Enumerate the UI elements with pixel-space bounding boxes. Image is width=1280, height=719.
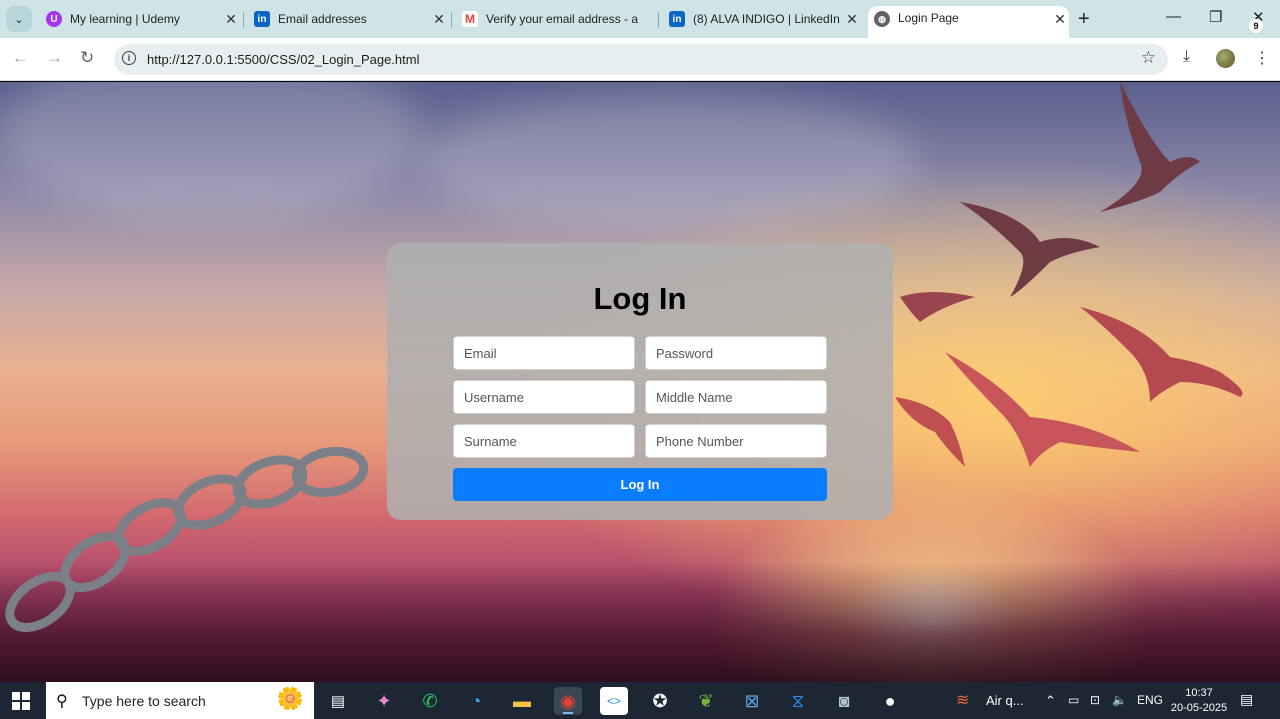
middle-name-field[interactable] [645, 380, 827, 414]
bookmark-star-icon[interactable]: ☆ [1141, 48, 1156, 68]
eclipse-icon[interactable]: ⊠ [738, 687, 766, 715]
copilot-icon[interactable]: ✦ [370, 687, 398, 715]
tab-email-addresses[interactable]: in Email addresses ✕ [248, 6, 448, 32]
tab-label: My learning | Udemy [70, 12, 180, 26]
active-indicator [563, 712, 573, 714]
close-icon[interactable]: ✕ [222, 11, 240, 28]
camera-icon[interactable]: ◙ [830, 687, 858, 715]
chain-illustration [5, 446, 369, 632]
url-text[interactable]: http://127.0.0.1:5500/CSS/02_Login_Page.… [147, 52, 419, 67]
phone-number-field[interactable] [645, 424, 827, 458]
minimize-button[interactable]: — [1166, 8, 1181, 25]
app-store-icon[interactable]: ✪ [646, 687, 674, 715]
start-icon [12, 692, 20, 700]
new-tab-button[interactable]: + [1078, 8, 1090, 31]
login-title: Log In [593, 281, 687, 316]
whatsapp-icon[interactable]: ✆ [416, 687, 444, 715]
close-icon[interactable]: ✕ [1051, 11, 1069, 28]
weather-text[interactable]: Air q... [986, 693, 1024, 708]
tab-strip: ⌄ U My learning | Udemy ✕ in Email addre… [0, 0, 1280, 38]
search-highlight-icon: 🌼 [276, 686, 304, 711]
close-icon[interactable]: ✕ [430, 11, 448, 28]
tab-divider [243, 12, 244, 28]
tab-label: Login Page [898, 11, 959, 25]
tab-linkedin[interactable]: in (8) ALVA INDIGO | LinkedIn ✕ [663, 6, 861, 32]
bird-icon [895, 82, 1243, 467]
language-indicator[interactable]: ENG [1137, 693, 1163, 707]
close-icon[interactable]: ✕ [843, 11, 861, 28]
start-icon [12, 702, 20, 710]
gmail-icon: M [462, 11, 478, 27]
linkedin-icon: in [254, 11, 270, 27]
login-card: Log In Log In [387, 243, 893, 520]
downloads-button[interactable]: ⤓ [1183, 48, 1190, 66]
tab-label: (8) ALVA INDIGO | LinkedIn [693, 12, 840, 26]
code-editor-icon[interactable]: <> [600, 687, 628, 715]
taskbar-search[interactable]: ⚲ Type here to search 🌼 [46, 682, 314, 719]
chrome-icon[interactable]: ◉ [554, 687, 582, 715]
email-field[interactable] [453, 336, 635, 370]
login-button[interactable]: Log In [453, 468, 827, 501]
surname-field[interactable] [453, 424, 635, 458]
restore-icon: ❐ [1209, 9, 1223, 26]
plus-icon: + [1078, 8, 1090, 30]
vscode-icon[interactable]: ⧖ [784, 687, 812, 715]
page-background: Log In Log In [0, 82, 1280, 682]
tab-label: Email addresses [278, 12, 367, 26]
menu-button[interactable]: ⋮ [1254, 48, 1270, 68]
tab-search-button[interactable]: ⌄ [6, 6, 32, 32]
network-icon[interactable]: ⊡ [1090, 693, 1100, 707]
profile-avatar[interactable] [1216, 49, 1235, 68]
kebab-menu-icon: ⋮ [1254, 50, 1270, 67]
search-icon: ⚲ [56, 693, 68, 710]
site-info-icon[interactable]: i [122, 51, 136, 65]
clock-date: 20-05-2025 [1170, 702, 1228, 714]
edge-icon[interactable]: ◔ [462, 687, 490, 715]
clock-time: 10:37 [1185, 687, 1213, 699]
start-icon [22, 692, 30, 700]
forward-button[interactable]: → [46, 48, 63, 68]
notification-icon[interactable]: ▤ [1240, 691, 1262, 711]
github-icon[interactable]: ● [876, 687, 904, 715]
address-bar[interactable]: i http://127.0.0.1:5500/CSS/02_Login_Pag… [114, 44, 1168, 75]
reload-icon: ↻ [80, 48, 95, 67]
restore-button[interactable]: ❐ [1209, 8, 1222, 26]
windows-start-button[interactable] [12, 692, 30, 710]
download-icon: ⤓ [1183, 48, 1191, 65]
reload-button[interactable]: ↻ [80, 48, 94, 68]
file-explorer-icon[interactable]: ▬ [508, 687, 536, 715]
minimize-icon: — [1166, 8, 1181, 25]
search-placeholder: Type here to search [82, 693, 206, 709]
taskbar: ⚲ Type here to search 🌼 ▤ ✦ ✆ ◔ ▬ ◉ <> ✪… [0, 682, 1280, 719]
battery-icon[interactable]: ▭ [1068, 693, 1079, 707]
arrow-right-icon: → [46, 48, 63, 67]
tab-divider [451, 12, 452, 28]
chevron-down-icon: ⌄ [14, 13, 24, 26]
system-clock[interactable]: 10:37 20-05-2025 [1168, 686, 1230, 716]
tab-divider [658, 12, 659, 28]
weather-icon: ≋ [956, 692, 970, 709]
spring-icon[interactable]: ❦ [692, 687, 720, 715]
tab-udemy[interactable]: U My learning | Udemy ✕ [40, 6, 240, 32]
tab-label: Verify your email address - a [486, 12, 639, 26]
back-button[interactable]: ← [12, 48, 29, 68]
username-field[interactable] [453, 380, 635, 414]
volume-icon[interactable]: 🔈 [1112, 693, 1127, 707]
arrow-left-icon: ← [12, 48, 29, 67]
password-field[interactable] [645, 336, 827, 370]
task-view-icon[interactable]: ▤ [324, 687, 352, 715]
globe-icon: ◍ [874, 11, 890, 27]
udemy-icon: U [46, 11, 62, 27]
start-icon [22, 702, 30, 710]
chevron-up-icon[interactable]: ⌃ [1045, 693, 1056, 709]
notification-badge: 9 [1249, 19, 1263, 33]
tab-login-page[interactable]: ◍ Login Page ✕ [868, 6, 1069, 38]
linkedin-icon: in [669, 11, 685, 27]
tab-gmail[interactable]: M Verify your email address - a [456, 6, 656, 32]
browser-toolbar: ← → ↻ i http://127.0.0.1:5500/CSS/02_Log… [0, 38, 1280, 81]
